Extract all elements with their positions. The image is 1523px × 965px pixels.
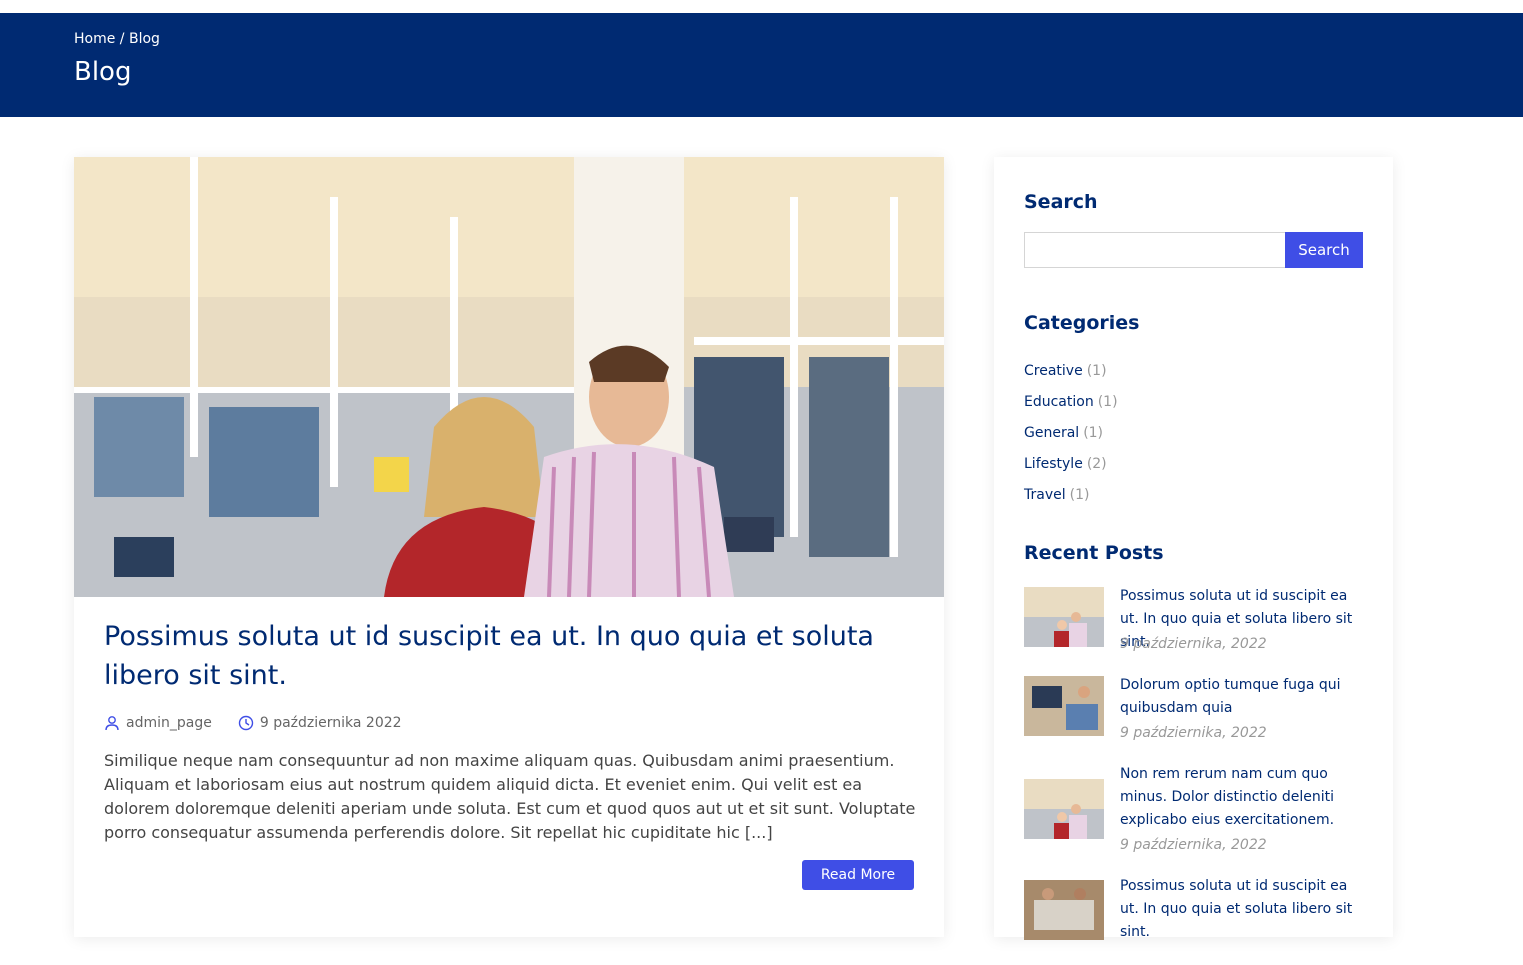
blog-post-card: Possimus soluta ut id suscipit ea ut. In…	[74, 157, 944, 937]
recent-post-thumbnail[interactable]	[1024, 676, 1104, 736]
office-photo-icon	[1024, 587, 1104, 647]
meeting-photo-icon	[1024, 880, 1104, 940]
category-count: (1)	[1069, 487, 1090, 503]
search-button[interactable]: Search	[1285, 232, 1363, 268]
category-item[interactable]: Lifestyle (2)	[1024, 456, 1118, 487]
search-widget-title: Search	[1024, 191, 1098, 213]
post-date: 9 października 2022	[259, 715, 402, 731]
office-photo-icon	[1024, 779, 1104, 839]
post-excerpt: Similique neque nam consequuntur ad non …	[104, 751, 916, 842]
breadcrumb-current: Blog	[128, 31, 160, 47]
page-title: Blog	[74, 57, 132, 87]
recent-post-thumbnail[interactable]	[1024, 779, 1104, 839]
recent-post-title[interactable]: Non rem rerum nam cum quo minus. Dolor d…	[1120, 763, 1370, 832]
breadcrumb: Home / Blog	[74, 31, 160, 47]
category-count: (1)	[1086, 363, 1107, 379]
category-name[interactable]: Creative	[1024, 363, 1083, 379]
category-item[interactable]: Travel (1)	[1024, 487, 1118, 518]
recent-post-date: 9 października, 2022	[1120, 636, 1267, 652]
breadcrumb-home-link[interactable]: Home	[74, 31, 115, 47]
office-photo-icon	[74, 157, 944, 597]
recent-post-item: Non rem rerum nam cum quo minus. Dolor d…	[1024, 763, 1374, 873]
category-name[interactable]: Education	[1024, 394, 1094, 410]
recent-post-date: 9 października, 2022	[1120, 837, 1267, 853]
top-strip	[0, 0, 1523, 13]
category-count: (2)	[1086, 456, 1107, 472]
recent-post-date: 9 października, 2022	[1120, 725, 1267, 741]
category-name[interactable]: Travel	[1024, 487, 1066, 503]
recent-post-item: Dolorum optio tumque fuga qui quibusdam …	[1024, 674, 1374, 764]
category-name[interactable]: General	[1024, 425, 1079, 441]
category-item[interactable]: Education (1)	[1024, 394, 1118, 425]
sidebar: Search Search Categories Creative (1) Edu…	[994, 157, 1393, 940]
post-title[interactable]: Possimus soluta ut id suscipit ea ut. In…	[104, 617, 914, 695]
post-meta: admin_page 9 października 2022	[104, 715, 402, 731]
category-item[interactable]: Creative (1)	[1024, 363, 1118, 394]
recent-post-thumbnail[interactable]	[1024, 587, 1104, 647]
post-featured-image[interactable]	[74, 157, 944, 597]
laptop-desk-photo-icon	[1024, 676, 1104, 736]
clock-icon	[238, 715, 254, 731]
post-author[interactable]: admin_page	[126, 715, 212, 731]
search-input[interactable]	[1024, 232, 1286, 268]
breadcrumb-separator: /	[119, 31, 125, 47]
recent-post-item: Possimus soluta ut id suscipit ea ut. In…	[1024, 585, 1374, 675]
category-list: Creative (1) Education (1) General (1) Life…	[1024, 363, 1118, 518]
page-header: Home / Blog Blog	[0, 13, 1523, 117]
categories-widget-title: Categories	[1024, 312, 1140, 334]
read-more-button[interactable]: Read More	[802, 860, 914, 890]
user-icon	[105, 716, 119, 731]
recent-post-title[interactable]: Possimus soluta ut id suscipit ea ut. In…	[1120, 875, 1370, 944]
recent-posts-widget-title: Recent Posts	[1024, 542, 1164, 564]
recent-post-thumbnail[interactable]	[1024, 880, 1104, 940]
category-name[interactable]: Lifestyle	[1024, 456, 1083, 472]
category-count: (1)	[1097, 394, 1118, 410]
category-count: (1)	[1083, 425, 1104, 441]
recent-post-title[interactable]: Dolorum optio tumque fuga qui quibusdam …	[1120, 674, 1370, 720]
recent-post-item: Possimus soluta ut id suscipit ea ut. In…	[1024, 875, 1374, 965]
category-item[interactable]: General (1)	[1024, 425, 1118, 456]
